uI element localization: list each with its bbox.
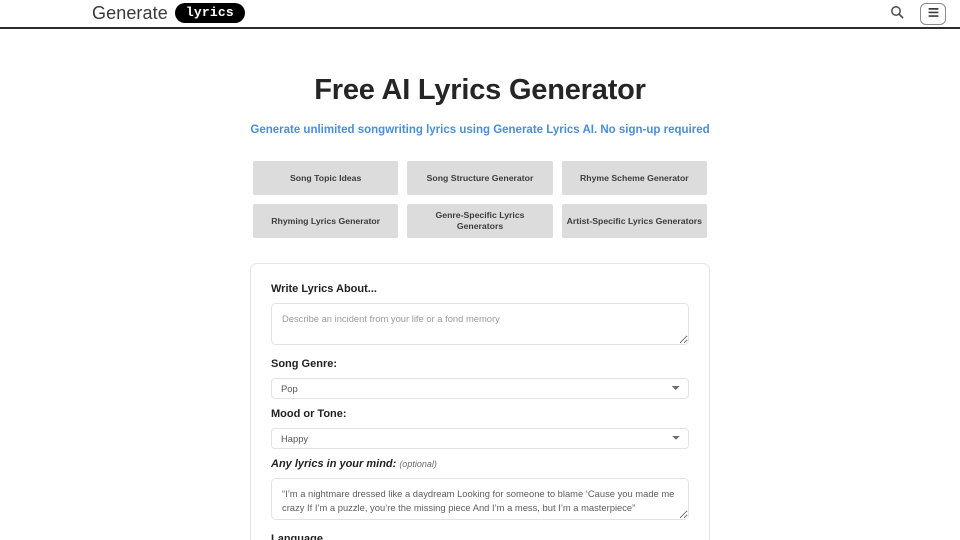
- field-language: Language English: [271, 532, 689, 540]
- quick-link-rhyming-lyrics-generator[interactable]: Rhyming Lyrics Generator: [253, 204, 399, 238]
- header-actions: [888, 0, 946, 27]
- search-button[interactable]: [888, 5, 906, 23]
- page-title: Free AI Lyrics Generator: [314, 74, 646, 106]
- label-any-lyrics-text: Any lyrics in your mind:: [271, 458, 397, 470]
- quick-link-artist-specific-lyrics-generators[interactable]: Artist-Specific Lyrics Generators: [561, 204, 707, 238]
- field-write-lyrics-about: Write Lyrics About...: [271, 282, 689, 345]
- quick-link-rhyme-scheme-generator[interactable]: Rhyme Scheme Generator: [561, 161, 707, 195]
- search-icon: [890, 5, 904, 22]
- hamburger-menu-icon: [927, 6, 940, 21]
- quick-link-song-structure-generator[interactable]: Song Structure Generator: [407, 161, 553, 195]
- mood-or-tone-select[interactable]: Happy: [271, 428, 689, 449]
- any-lyrics-in-your-mind-input[interactable]: [271, 478, 689, 520]
- lyrics-generator-form: Write Lyrics About... Song Genre: Pop Mo…: [250, 263, 710, 540]
- quick-link-song-topic-ideas[interactable]: Song Topic Ideas: [253, 161, 399, 195]
- label-song-genre: Song Genre:: [271, 358, 338, 370]
- field-song-genre: Song Genre: Pop: [271, 357, 689, 399]
- label-any-lyrics-in-your-mind: Any lyrics in your mind: (optional): [271, 457, 689, 471]
- song-genre-select[interactable]: Pop: [271, 378, 689, 399]
- quick-link-genre-specific-lyrics-generators[interactable]: Genre-Specific Lyrics Generators: [407, 204, 553, 238]
- label-write-lyrics-about: Write Lyrics About...: [271, 283, 377, 295]
- label-mood-or-tone: Mood or Tone:: [271, 408, 347, 420]
- menu-button[interactable]: [920, 2, 946, 25]
- brand-logo[interactable]: Generate lyrics: [92, 2, 245, 24]
- write-lyrics-about-input[interactable]: [271, 303, 689, 345]
- brand-word: Generate: [92, 3, 168, 23]
- site-header: Generate lyrics: [0, 0, 960, 29]
- page-subtitle: Generate unlimited songwriting lyrics us…: [250, 124, 710, 136]
- optional-tag: (optional): [399, 459, 437, 469]
- brand-pill: lyrics: [174, 3, 245, 23]
- field-any-lyrics-in-your-mind: Any lyrics in your mind: (optional): [271, 457, 689, 520]
- quick-link-grid: Song Topic Ideas Song Structure Generato…: [253, 161, 707, 238]
- page-main: Free AI Lyrics Generator Generate unlimi…: [0, 72, 960, 540]
- label-language: Language: [271, 533, 323, 540]
- field-mood-or-tone: Mood or Tone: Happy: [271, 407, 689, 449]
